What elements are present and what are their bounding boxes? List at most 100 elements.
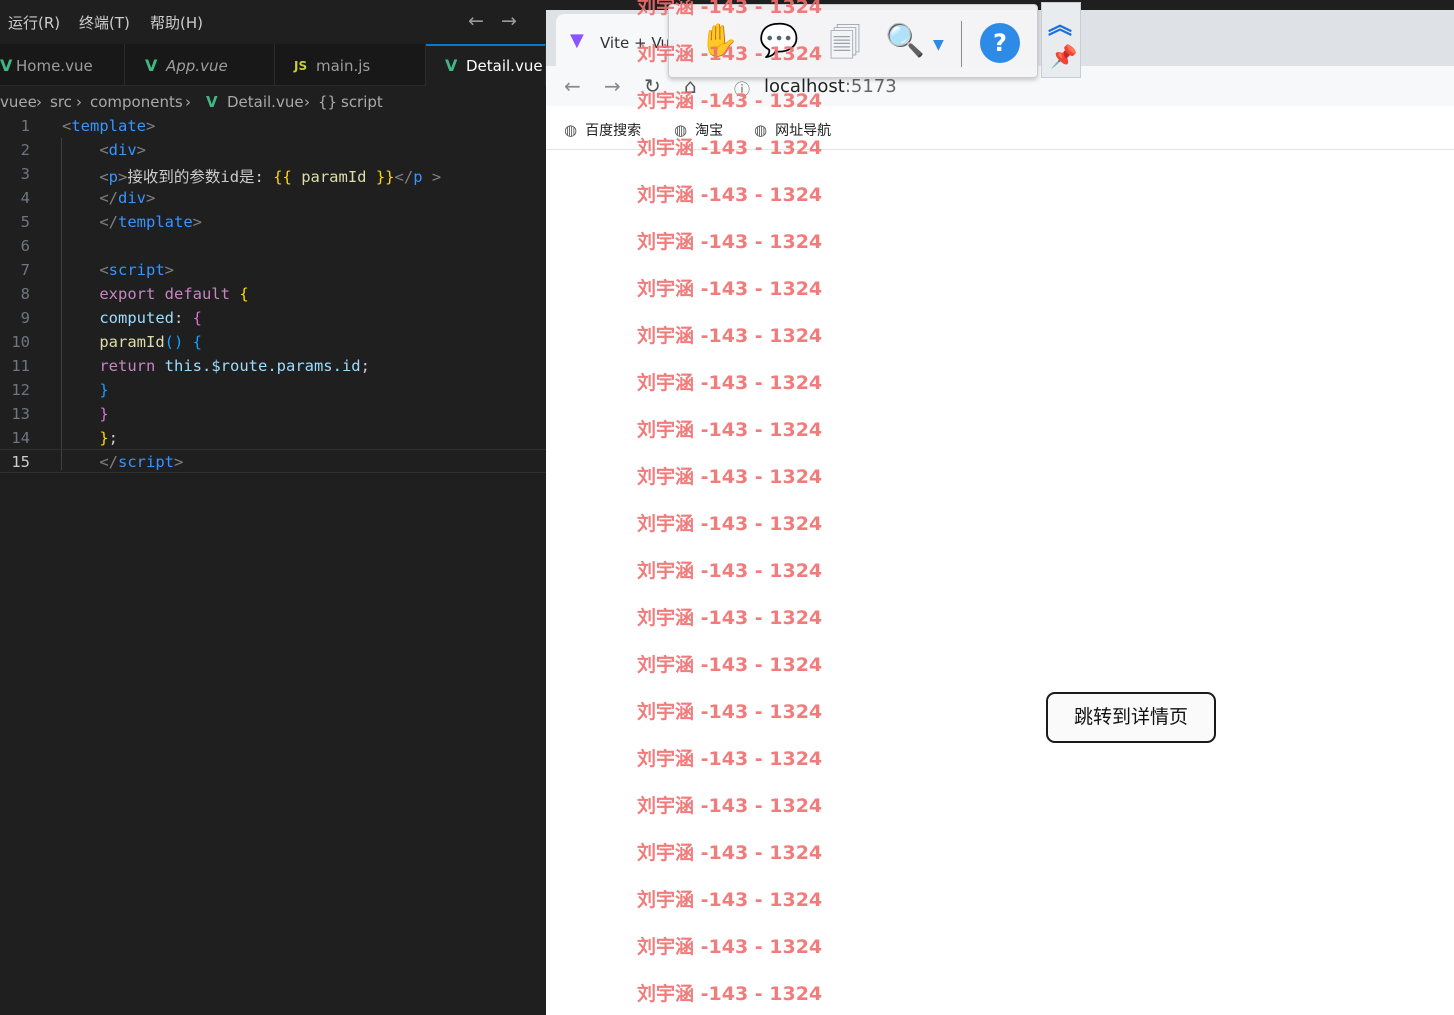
tab-label: App.vue	[166, 57, 228, 75]
forward-arrow-icon[interactable]: →	[501, 10, 517, 32]
watermark-text: 刘宇涵 -143 - 1324	[637, 889, 823, 911]
line-number: 7	[20, 261, 30, 279]
toolbar-separator	[961, 21, 962, 67]
watermark-text: 刘宇涵 -143 - 1324	[637, 419, 823, 441]
code-line: 14 };	[0, 426, 546, 450]
editor-tabs: V Home.vue V App.vue JS main.js V Detail…	[0, 44, 546, 86]
code-expression: this.$route.params.id	[164, 357, 361, 375]
js-icon: JS	[294, 59, 308, 73]
watermark-text: 刘宇涵 -143 - 1324	[637, 0, 823, 18]
tab-detail-vue[interactable]: V Detail.vue	[426, 44, 546, 86]
line-number: 2	[20, 141, 30, 159]
chevron-right-icon: ›	[304, 93, 310, 111]
menu-help[interactable]: 帮助(H)	[150, 12, 203, 33]
document-icon[interactable]: 🗐	[829, 21, 861, 75]
breadcrumb-item[interactable]: src	[50, 93, 72, 111]
line-number: 6	[20, 237, 30, 255]
tab-label: Detail.vue	[466, 57, 543, 75]
tab-label: Home.vue	[16, 57, 93, 75]
vue-icon: V	[145, 56, 158, 75]
forward-icon[interactable]: →	[604, 74, 621, 98]
jump-to-detail-button[interactable]: 跳转到详情页	[1046, 692, 1216, 743]
line-number: 8	[20, 285, 30, 303]
pin-icon[interactable]: 📌	[1050, 45, 1077, 70]
watermark-text: 刘宇涵 -143 - 1324	[637, 466, 823, 488]
code-line: 10 paramId() {	[0, 330, 546, 354]
watermark-text: 刘宇涵 -143 - 1324	[637, 654, 823, 676]
vite-logo-icon: ▼	[570, 30, 584, 51]
breadcrumb: vuee › src › components › V Detail.vue ›…	[0, 86, 546, 116]
watermark-text: 刘宇涵 -143 - 1324	[637, 936, 823, 958]
code-line: 9 computed: {	[0, 306, 546, 330]
tab-main-js[interactable]: JS main.js	[275, 44, 426, 86]
watermark-text: 刘宇涵 -143 - 1324	[637, 795, 823, 817]
watermark-text: 刘宇涵 -143 - 1324	[637, 372, 823, 394]
code-line: 3 <p>接收到的参数id是: {{ paramId }}</p >	[0, 162, 546, 186]
code-line: 11 return this.$route.params.id;	[0, 354, 546, 378]
line-number: 3	[20, 165, 30, 183]
code-line: 12 }	[0, 378, 546, 402]
line-number: 12	[11, 381, 30, 399]
line-number: 1	[20, 117, 30, 135]
chevron-right-icon: ›	[36, 93, 42, 111]
code-line: 5 </template>	[0, 210, 546, 234]
chevron-right-icon: ›	[185, 93, 191, 111]
watermark-text: 刘宇涵 -143 - 1324	[637, 90, 823, 112]
watermark-text: 刘宇涵 -143 - 1324	[637, 43, 823, 65]
code-text: 接收到的参数id是:	[127, 168, 274, 186]
line-number: 4	[20, 189, 30, 207]
watermark-text: 刘宇涵 -143 - 1324	[637, 607, 823, 629]
bookmark-baidu[interactable]: ◍ 百度搜索	[564, 120, 641, 140]
url-port: :5173	[844, 76, 897, 97]
chevron-right-icon: ›	[76, 93, 82, 111]
watermark-text: 刘宇涵 -143 - 1324	[637, 842, 823, 864]
code-line: 8 export default {	[0, 282, 546, 306]
bookmark-label: 百度搜索	[585, 123, 642, 139]
breadcrumb-item[interactable]: Detail.vue	[227, 93, 304, 111]
globe-icon: ◍	[564, 121, 578, 139]
line-number: 10	[11, 333, 30, 351]
watermark-text: 刘宇涵 -143 - 1324	[637, 701, 823, 723]
line-number: 15	[11, 453, 30, 471]
vue-icon: V	[445, 56, 458, 75]
code-line-current: 15 </script>	[0, 449, 546, 473]
line-number: 14	[11, 429, 30, 447]
collapse-up-icon[interactable]: ︽	[1048, 5, 1072, 40]
code-line: 7 <script>	[0, 258, 546, 282]
breadcrumb-item[interactable]: vuee	[0, 93, 37, 111]
line-number: 5	[20, 213, 30, 231]
vue-icon: V	[0, 56, 13, 75]
back-icon[interactable]: ←	[564, 74, 581, 98]
help-icon[interactable]: ?	[980, 23, 1020, 63]
menu-terminal[interactable]: 终端(T)	[79, 12, 130, 33]
tab-app-vue[interactable]: V App.vue	[125, 44, 275, 86]
code-editor: 运行(R) 终端(T) 帮助(H) ← → V Home.vue V App.v…	[0, 0, 546, 1015]
watermark-text: 刘宇涵 -143 - 1324	[637, 513, 823, 535]
watermark-text: 刘宇涵 -143 - 1324	[637, 325, 823, 347]
zoom-icon[interactable]: 🔍	[885, 21, 925, 59]
watermark-text: 刘宇涵 -143 - 1324	[637, 278, 823, 300]
watermark-text: 刘宇涵 -143 - 1324	[637, 983, 823, 1005]
code-line: 6	[0, 234, 546, 258]
line-number: 13	[11, 405, 30, 423]
breadcrumb-item[interactable]: script	[341, 93, 383, 111]
line-number: 11	[11, 357, 30, 375]
code-expression: paramId	[301, 168, 367, 186]
side-toolbar: ︽ 📌	[1041, 2, 1081, 78]
back-arrow-icon[interactable]: ←	[468, 10, 484, 32]
watermark-text: 刘宇涵 -143 - 1324	[637, 748, 823, 770]
braces-icon: {}	[318, 93, 338, 111]
watermark-text: 刘宇涵 -143 - 1324	[637, 231, 823, 253]
breadcrumb-item[interactable]: components	[90, 93, 183, 111]
code-line: 4 </div>	[0, 186, 546, 210]
dropdown-arrow-icon[interactable]: ▼	[933, 37, 944, 53]
tab-label: main.js	[316, 57, 371, 75]
menu-run[interactable]: 运行(R)	[8, 12, 60, 33]
code-line: 2 <div>	[0, 138, 546, 162]
tab-home-vue[interactable]: V Home.vue	[0, 44, 125, 86]
code-line: 1 <template>	[0, 114, 546, 138]
vue-icon: V	[206, 93, 218, 111]
watermark-text: 刘宇涵 -143 - 1324	[637, 137, 823, 159]
menu-bar: 运行(R) 终端(T) 帮助(H) ← →	[0, 0, 546, 44]
line-number: 9	[20, 309, 30, 327]
